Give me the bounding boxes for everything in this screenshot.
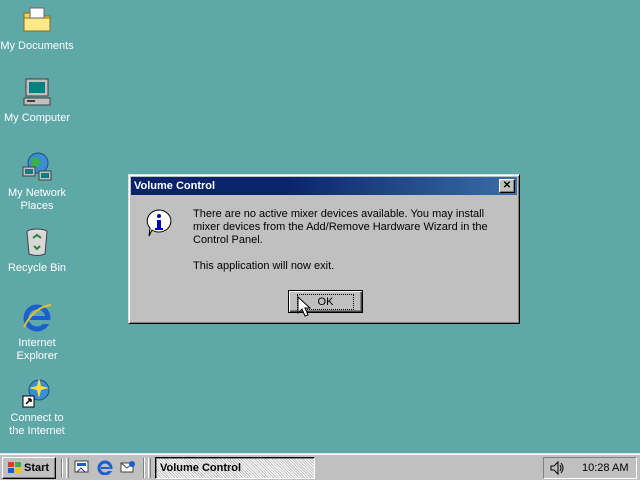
dialog-titlebar[interactable]: Volume Control ✕ xyxy=(131,177,517,195)
task-area-grip[interactable] xyxy=(148,458,151,478)
desktop-icon-label: Internet Explorer xyxy=(16,337,58,362)
start-button[interactable]: Start xyxy=(2,457,56,479)
desktop-icon-label: My Network Places xyxy=(7,187,67,212)
folder-icon xyxy=(21,4,53,36)
close-button[interactable]: ✕ xyxy=(499,179,515,193)
desktop-icon-label: My Computer xyxy=(3,112,71,124)
connect-internet-icon xyxy=(21,376,53,408)
show-desktop-icon[interactable] xyxy=(74,459,90,475)
message-text: There are no active mixer devices availa… xyxy=(193,208,488,246)
dialog-message: There are no active mixer devices availa… xyxy=(193,208,513,273)
message-exit-text: This application will now exit. xyxy=(193,260,335,272)
outlook-express-icon[interactable] xyxy=(120,459,136,475)
desktop-icon-my-network-places[interactable]: My Network Places xyxy=(0,151,75,213)
speaker-icon[interactable] xyxy=(549,460,565,476)
taskbar-separator xyxy=(143,458,145,478)
taskbar-separator xyxy=(61,458,63,478)
close-icon: ✕ xyxy=(502,180,512,191)
internet-explorer-icon xyxy=(21,301,53,333)
desktop-icon-connect-to-internet[interactable]: Connect to the Internet xyxy=(0,376,75,438)
desktop-icon-label: My Documents xyxy=(0,40,74,52)
network-icon xyxy=(21,151,53,183)
dialog-body: There are no active mixer devices availa… xyxy=(131,195,517,321)
desktop-icon-label: Connect to the Internet xyxy=(9,412,65,437)
desktop-icon-recycle-bin[interactable]: Recycle Bin xyxy=(0,226,75,275)
desktop-icon-my-computer[interactable]: My Computer xyxy=(0,76,75,125)
taskbar: Start Volume Control 10:28 AM xyxy=(0,453,640,480)
mouse-cursor-icon xyxy=(297,295,312,318)
volume-control-dialog: Volume Control ✕ There are no active mix… xyxy=(128,174,520,324)
desktop-icon-internet-explorer[interactable]: Internet Explorer xyxy=(0,301,75,363)
clock[interactable]: 10:28 AM xyxy=(582,462,628,474)
task-button-volume-control[interactable]: Volume Control xyxy=(155,457,315,479)
system-tray: 10:28 AM xyxy=(543,457,637,479)
computer-icon xyxy=(21,76,53,108)
start-label: Start xyxy=(24,462,50,474)
dialog-title: Volume Control xyxy=(134,180,216,192)
desktop-icon-my-documents[interactable]: My Documents xyxy=(0,4,75,53)
desktop-icon-label: Recycle Bin xyxy=(7,262,67,274)
windows-logo-icon xyxy=(6,461,22,475)
quick-launch-grip[interactable] xyxy=(66,458,69,478)
info-icon xyxy=(143,207,175,239)
recycle-bin-icon xyxy=(21,226,53,258)
task-button-label: Volume Control xyxy=(160,462,242,474)
internet-explorer-icon[interactable] xyxy=(97,459,113,476)
